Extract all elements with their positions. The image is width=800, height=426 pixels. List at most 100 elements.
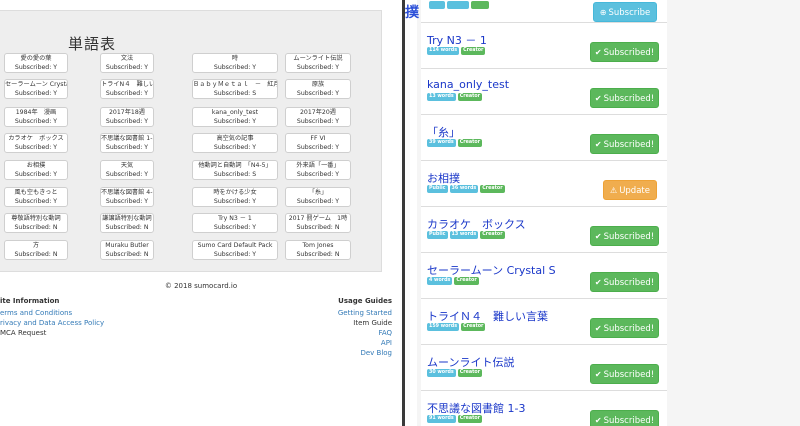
wordlist-card[interactable]: 他動詞と自動詞 「N4-5」 Subscribed: S: [192, 160, 278, 180]
wordlist-card[interactable]: 時 Subscribed: Y: [192, 53, 278, 73]
check-icon: ✔: [594, 370, 602, 379]
wordlist-card[interactable]: Tom Jones Subscribed: N: [285, 240, 351, 260]
card-subscribed-status: Subscribed: N: [296, 223, 340, 231]
wordlist-card[interactable]: ムーンライト伝説 Subscribed: Y: [285, 53, 351, 73]
privacy-link[interactable]: rivacy and Data Access Policy: [0, 319, 104, 327]
wordlist-title-link[interactable]: トライＮ４ 難しい言葉: [427, 308, 548, 324]
subscribed-button[interactable]: ✔ Subscribed!: [590, 364, 659, 384]
check-icon: ✔: [594, 324, 602, 333]
check-icon: ✔: [594, 416, 602, 425]
wordlist-card[interactable]: お相撲 Subscribed: Y: [4, 160, 68, 180]
wordlist-card[interactable]: 2017年20週 Subscribed: Y: [285, 107, 351, 127]
wordlist-card[interactable]: 愛の愛の葉 Subscribed: Y: [4, 53, 68, 73]
update-button[interactable]: ⚠ Update: [603, 180, 657, 200]
wordlist-title-link[interactable]: セーラームーン Crystal S: [427, 262, 556, 278]
item-guide-link[interactable]: Item Guide: [353, 319, 392, 327]
wordlist-card[interactable]: 2017年18週 Subscribed: Y: [100, 107, 154, 127]
wordlist-card[interactable]: 尊敬語特別な動詞 Subscribed: N: [4, 213, 68, 233]
subscribed-button[interactable]: ✔ Subscribed!: [590, 410, 659, 426]
dmca-link[interactable]: MCA Request: [0, 329, 46, 337]
wordlist-card[interactable]: 原族 Subscribed: Y: [285, 79, 351, 99]
wordlist-title-link[interactable]: カラオケ ボックス: [427, 216, 526, 232]
word-count-badge: 36 words: [449, 185, 479, 193]
top-item-badges: [429, 1, 489, 10]
wordlist-card[interactable]: Sumo Card Default Pack Subscribed: Y: [192, 240, 278, 260]
left-window: 単語表 愛の愛の葉 Subscribed: Y 文法 Subscribed: Y 時 Su…: [0, 0, 402, 426]
terms-link[interactable]: erms and Conditions: [0, 309, 72, 317]
wordlist-card[interactable]: ＢａｂｙＭｅｔａｌ － 紅月 Subscribed: S: [192, 79, 278, 99]
check-icon: ✔: [594, 232, 602, 241]
wordlist-title-link[interactable]: ムーンライト伝説: [427, 354, 514, 370]
card-subscribed-status: Subscribed: S: [213, 170, 257, 178]
wordlist-card[interactable]: 方 Subscribed: N: [4, 240, 68, 260]
wordlist-title-link[interactable]: 不思議な図書館 1-3: [427, 400, 525, 416]
card-subscribed-status: Subscribed: N: [105, 223, 149, 231]
wordlist-card[interactable]: 時をかける少女 Subscribed: Y: [192, 187, 278, 207]
creator-badge: Creator: [480, 231, 505, 239]
footer: © 2018 sumocard.io ite Information erms …: [0, 278, 402, 426]
card-subscribed-status: Subscribed: Y: [14, 170, 58, 178]
wordlist-title-link[interactable]: kana_only_test: [427, 78, 509, 91]
wordlist-card[interactable]: カラオケ ボックス Subscribed: Y: [4, 133, 68, 153]
subscribed-label: Subscribed!: [603, 140, 655, 150]
card-name: 原族: [311, 81, 325, 88]
word-count-badge: 39 words: [427, 139, 456, 147]
card-name: Tom Jones: [302, 242, 334, 249]
item-badges: Public 36 words Creator: [427, 185, 505, 194]
wordlist-title-link[interactable]: お相撲: [427, 170, 460, 186]
subscribe-button[interactable]: ⊕ Subscribe: [593, 2, 657, 22]
subscribed-label: Subscribed!: [603, 324, 655, 334]
subscribed-button[interactable]: ✔ Subscribed!: [590, 226, 659, 246]
wordlist-card[interactable]: Muraku Butler Subscribed: N: [100, 240, 154, 260]
card-subscribed-status: Subscribed: Y: [296, 143, 340, 151]
wordlist-title-link[interactable]: Try N3 － 1: [427, 32, 487, 48]
wordlist-card[interactable]: FF VI Subscribed: Y: [285, 133, 351, 153]
getting-started-link[interactable]: Getting Started: [338, 309, 392, 317]
card-subscribed-status: Subscribed: Y: [105, 63, 149, 71]
row-separator: [421, 344, 667, 345]
card-name: 尊敬語特別な動詞: [11, 215, 61, 222]
card-subscribed-status: Subscribed: Y: [105, 143, 149, 151]
card-name: セーラームーン Crystal S: [5, 81, 67, 88]
wordlist-card[interactable]: 2017 罰ゲーム 1時 Subscribed: N: [285, 213, 351, 233]
card-subscribed-status: Subscribed: N: [14, 250, 58, 258]
wordlist-card[interactable]: 1984年 漫画 Subscribed: Y: [4, 107, 68, 127]
wordlist-card[interactable]: 不思議な図書館 1-3 Subscribed: Y: [100, 133, 154, 153]
wordlist-card[interactable]: Try N3 － 1 Subscribed: Y: [192, 213, 278, 233]
wordlist-card[interactable]: セーラームーン Crystal SSubscribed: Y: [4, 79, 68, 99]
wordlist-card[interactable]: 「糸」 Subscribed: Y: [285, 187, 351, 207]
check-icon: ✔: [594, 94, 602, 103]
plus-circle-icon: ⊕: [599, 8, 607, 17]
right-window: 撲 ⊕ Subscribe Try N3 － 1 114 words Creator ✔…: [405, 0, 800, 426]
subscribed-button[interactable]: ✔ Subscribed!: [590, 272, 659, 292]
card-subscribed-status: Subscribed: Y: [105, 197, 149, 205]
wordlist-card[interactable]: 文法 Subscribed: Y: [100, 53, 154, 73]
row-separator: [421, 206, 667, 207]
card-name: 方: [32, 242, 40, 249]
wordlist-card[interactable]: 謙譲語特別な動詞 Subscribed: N: [100, 213, 154, 233]
card-name: 他動詞と自動詞 「N4-5」: [198, 162, 272, 169]
card-subscribed-status: Subscribed: Y: [14, 89, 58, 97]
subscribed-button[interactable]: ✔ Subscribed!: [590, 42, 659, 62]
faq-link[interactable]: FAQ: [378, 329, 392, 337]
card-subscribed-status: Subscribed: Y: [14, 197, 58, 205]
card-name: 天気: [120, 162, 134, 169]
subscribed-button[interactable]: ✔ Subscribed!: [590, 318, 659, 338]
subscribed-button[interactable]: ✔ Subscribed!: [590, 88, 659, 108]
check-icon: ✔: [594, 278, 602, 287]
dev-blog-link[interactable]: Dev Blog: [360, 349, 392, 357]
item-badges: 39 words Creator: [427, 139, 483, 148]
wordlist-card[interactable]: トライN４ 難しい言葉Subscribed: Y: [100, 79, 154, 99]
wordlist-card[interactable]: 風も空もきっと Subscribed: Y: [4, 187, 68, 207]
wordlist-card[interactable]: kana_only_test Subscribed: Y: [192, 107, 278, 127]
wordlist-title-link[interactable]: 「糸」: [427, 124, 460, 140]
api-link[interactable]: API: [381, 339, 392, 347]
row-separator: [421, 252, 667, 253]
site-info-heading: ite Information: [0, 297, 60, 305]
card-subscribed-status: Subscribed: Y: [105, 117, 149, 125]
wordlist-card[interactable]: 高空気の記事 Subscribed: Y: [192, 133, 278, 153]
wordlist-card[interactable]: 天気 Subscribed: Y: [100, 160, 154, 180]
wordlist-card[interactable]: 外来語「一番」 Subscribed: Y: [285, 160, 351, 180]
subscribed-button[interactable]: ✔ Subscribed!: [590, 134, 659, 154]
wordlist-card[interactable]: 不思議な図書館 4-6 Subscribed: Y: [100, 187, 154, 207]
